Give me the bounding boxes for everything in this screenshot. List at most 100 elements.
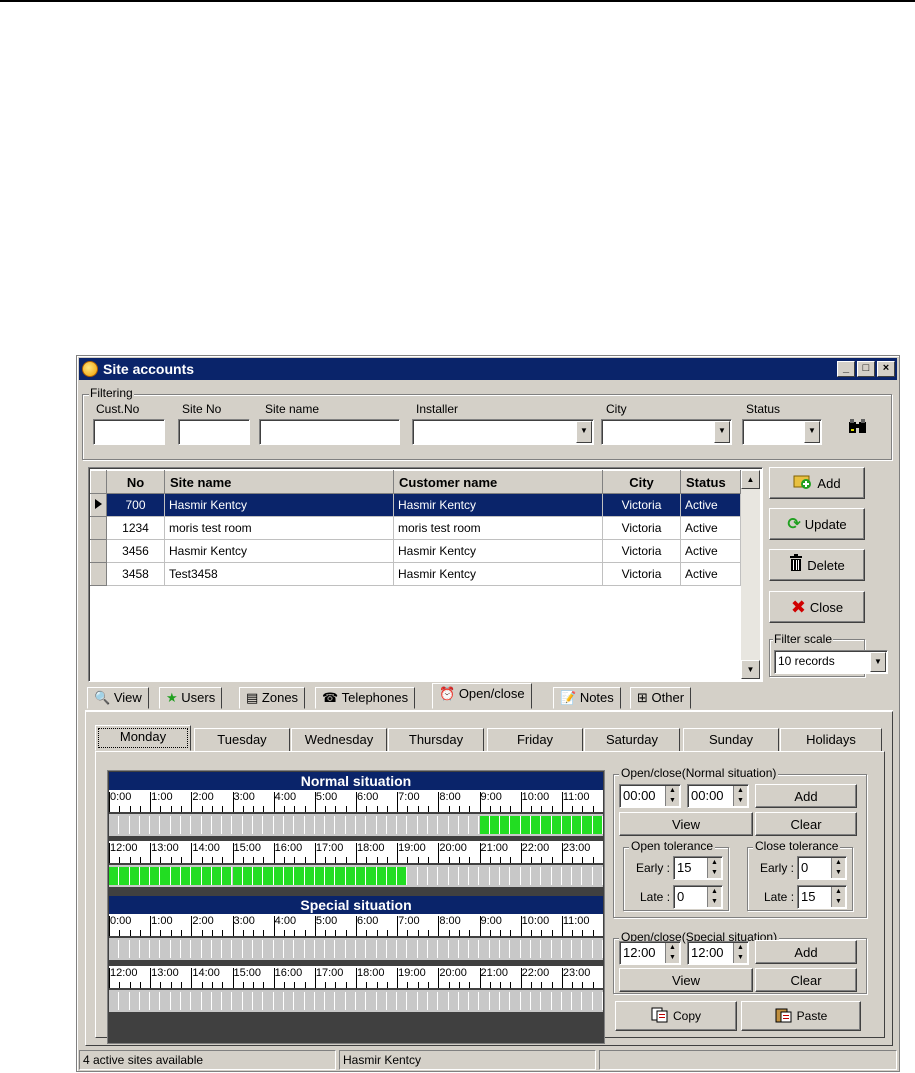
time-slot[interactable] <box>335 940 346 958</box>
time-slot[interactable] <box>335 992 346 1010</box>
time-slot[interactable] <box>459 816 470 834</box>
time-slot[interactable] <box>274 992 284 1010</box>
time-slot[interactable] <box>459 992 470 1010</box>
table-row[interactable]: 1234 moris test room moris test room Vic… <box>90 516 741 540</box>
time-slot[interactable] <box>366 867 377 885</box>
filter-scale-select[interactable]: 10 records ▼ <box>774 650 888 674</box>
time-slot[interactable] <box>232 867 243 885</box>
time-slot[interactable] <box>294 867 305 885</box>
time-slot[interactable] <box>150 867 161 885</box>
time-slot[interactable] <box>140 940 151 958</box>
time-slot[interactable] <box>428 816 439 834</box>
day-tab-friday[interactable]: Friday <box>487 728 583 752</box>
sites-table[interactable]: No Site name Customer name City Status 7… <box>90 470 741 586</box>
normal-pm-slots[interactable] <box>109 865 603 887</box>
time-slot[interactable] <box>274 940 284 958</box>
time-slot[interactable] <box>356 992 367 1010</box>
normal-am-slots[interactable] <box>109 814 603 836</box>
spin-arrows-icon[interactable]: ▲ ▼ <box>733 943 747 963</box>
time-slot[interactable] <box>253 940 264 958</box>
time-slot[interactable] <box>109 992 120 1010</box>
time-slot[interactable] <box>562 867 573 885</box>
time-slot[interactable] <box>510 867 521 885</box>
close-button[interactable]: ✖ Close <box>769 591 865 623</box>
time-slot[interactable] <box>171 816 182 834</box>
time-slot[interactable] <box>222 992 233 1010</box>
cell-customer-name[interactable]: Hasmir Kentcy <box>393 539 603 563</box>
time-slot[interactable] <box>273 867 284 885</box>
time-slot[interactable] <box>418 940 429 958</box>
time-slot[interactable] <box>129 867 140 885</box>
time-slot[interactable] <box>500 940 511 958</box>
time-slot[interactable] <box>305 816 315 834</box>
time-slot[interactable] <box>428 867 439 885</box>
time-slot[interactable] <box>160 940 171 958</box>
time-slot[interactable] <box>202 940 212 958</box>
time-slot[interactable] <box>181 940 192 958</box>
time-slot[interactable] <box>181 992 192 1010</box>
time-slot[interactable] <box>315 940 326 958</box>
time-slot[interactable] <box>140 992 151 1010</box>
time-slot[interactable] <box>572 816 583 834</box>
cell-no[interactable]: 3456 <box>106 539 165 563</box>
time-slot[interactable] <box>407 867 418 885</box>
normal-view-button[interactable]: View <box>619 812 753 836</box>
time-slot[interactable] <box>212 992 223 1010</box>
time-slot[interactable] <box>366 940 377 958</box>
time-slot[interactable] <box>325 992 336 1010</box>
site-no-input[interactable] <box>178 419 250 445</box>
time-slot[interactable] <box>274 816 284 834</box>
time-slot[interactable] <box>211 867 223 885</box>
time-slot[interactable] <box>243 816 254 834</box>
time-slot[interactable] <box>572 992 583 1010</box>
normal-add-button[interactable]: Add <box>755 784 857 808</box>
time-slot[interactable] <box>294 940 305 958</box>
time-slot[interactable] <box>552 867 562 885</box>
time-slot[interactable] <box>552 940 562 958</box>
time-slot[interactable] <box>212 940 223 958</box>
tab-other[interactable]: ⊞ Other <box>630 687 692 709</box>
time-slot[interactable] <box>160 816 171 834</box>
time-slot[interactable] <box>377 816 387 834</box>
time-slot[interactable] <box>181 867 192 885</box>
time-slot[interactable] <box>315 816 326 834</box>
time-slot[interactable] <box>510 992 521 1010</box>
day-tab-thursday[interactable]: Thursday <box>388 728 484 752</box>
day-tab-holidays[interactable]: Holidays <box>780 728 882 752</box>
time-slot[interactable] <box>531 867 542 885</box>
time-slot[interactable] <box>438 816 449 834</box>
time-slot[interactable] <box>428 992 439 1010</box>
day-tab-monday[interactable]: Monday <box>95 725 191 751</box>
day-tab-sunday[interactable]: Sunday <box>683 728 779 752</box>
time-slot[interactable] <box>130 940 140 958</box>
special-add-button[interactable]: Add <box>755 940 857 964</box>
maximize-button[interactable]: □ <box>857 361 875 377</box>
day-tab-wednesday[interactable]: Wednesday <box>291 728 387 752</box>
time-slot[interactable] <box>109 940 120 958</box>
time-slot[interactable] <box>449 992 459 1010</box>
time-slot[interactable] <box>243 992 254 1010</box>
time-slot[interactable] <box>356 816 367 834</box>
time-slot[interactable] <box>407 992 418 1010</box>
time-slot[interactable] <box>191 867 202 885</box>
time-slot[interactable] <box>469 867 480 885</box>
table-row[interactable]: 3456 Hasmir Kentcy Hasmir Kentcy Victori… <box>90 539 741 563</box>
time-slot[interactable] <box>253 867 264 885</box>
time-slot[interactable] <box>263 867 274 885</box>
time-slot[interactable] <box>541 816 552 834</box>
time-slot[interactable] <box>593 940 603 958</box>
time-slot[interactable] <box>418 816 429 834</box>
time-slot[interactable] <box>541 940 552 958</box>
installer-select[interactable]: ▼ <box>412 419 594 445</box>
time-slot[interactable] <box>212 816 223 834</box>
time-slot[interactable] <box>366 816 377 834</box>
time-slot[interactable] <box>418 992 429 1010</box>
chevron-down-icon[interactable]: ▼ <box>576 421 592 443</box>
time-slot[interactable] <box>284 816 295 834</box>
time-slot[interactable] <box>500 867 511 885</box>
time-slot[interactable] <box>191 940 202 958</box>
tab-view[interactable]: 🔍 View <box>87 687 149 709</box>
time-slot[interactable] <box>356 867 367 885</box>
time-slot[interactable] <box>314 867 326 885</box>
cell-no[interactable]: 3458 <box>106 562 165 586</box>
